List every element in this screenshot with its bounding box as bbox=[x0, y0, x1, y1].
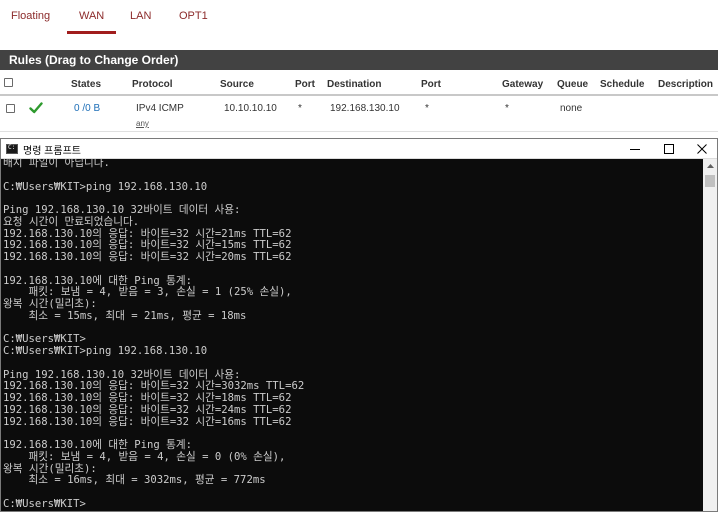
header-destination-port[interactable]: Port bbox=[421, 79, 441, 90]
console-line: 192.168.130.10의 응답: 바이트=32 시간=18ms TTL=6… bbox=[3, 392, 292, 404]
console-output[interactable]: 배치 파일이 아닙니다. C:₩Users₩KIT>ping 192.168.13… bbox=[1, 159, 703, 511]
header-source-port[interactable]: Port bbox=[295, 79, 315, 90]
destination-cell: 192.168.130.10 bbox=[330, 103, 400, 114]
tab-lan[interactable]: LAN bbox=[130, 10, 151, 22]
console-line: 192.168.130.10의 응답: 바이트=32 시간=16ms TTL=6… bbox=[3, 415, 292, 428]
queue-cell: none bbox=[560, 103, 583, 114]
header-protocol[interactable]: Protocol bbox=[132, 79, 173, 90]
firewall-tabs: Floating WAN LAN OPT1 bbox=[0, 0, 718, 36]
rules-table-header: States Protocol Source Port Destination … bbox=[0, 70, 718, 96]
close-button[interactable] bbox=[685, 139, 718, 159]
console-line: 192.168.130.10의 응답: 바이트=32 시간=20ms TTL=6… bbox=[3, 251, 292, 263]
destination-port-cell: * bbox=[425, 103, 429, 114]
console-text: 배치 파일이 아닙니다. C:₩Users₩KIT>ping 192.168.13… bbox=[3, 159, 304, 511]
source-port-cell: * bbox=[298, 103, 302, 114]
console-line: C:₩Users₩KIT> bbox=[3, 497, 86, 510]
console-line: 192.168.130.10에 대한 Ping 통계: bbox=[3, 439, 193, 451]
console-line: C:₩Users₩KIT>ping 192.168.130.10 bbox=[3, 345, 208, 357]
console-line: 패킷: 보냄 = 4, 받음 = 4, 손실 = 0 (0% 손실), bbox=[3, 450, 286, 463]
scroll-thumb[interactable] bbox=[705, 175, 715, 187]
console-line: C:₩Users₩KIT>ping 192.168.130.10 bbox=[3, 180, 208, 193]
select-all-checkbox[interactable] bbox=[4, 78, 13, 87]
header-source[interactable]: Source bbox=[220, 79, 254, 90]
console-line: 요청 시간이 만료되었습니다. bbox=[3, 215, 140, 228]
minimize-icon bbox=[630, 149, 640, 150]
tab-wan[interactable]: WAN bbox=[66, 10, 117, 34]
header-gateway[interactable]: Gateway bbox=[502, 79, 543, 90]
header-schedule[interactable]: Schedule bbox=[600, 79, 644, 90]
console-line: 왕복 시간(밀리초): bbox=[3, 298, 97, 310]
scroll-up-button[interactable] bbox=[703, 159, 717, 173]
rules-panel-heading: Rules (Drag to Change Order) bbox=[0, 50, 718, 70]
maximize-icon bbox=[664, 144, 674, 154]
header-description[interactable]: Description bbox=[658, 79, 713, 90]
header-states[interactable]: States bbox=[71, 79, 101, 90]
console-line: 최소 = 16ms, 최대 = 3032ms, 평균 = 772ms bbox=[3, 474, 266, 487]
tab-opt1[interactable]: OPT1 bbox=[179, 10, 208, 22]
console-line: 192.168.130.10의 응답: 바이트=32 시간=24ms TTL=6… bbox=[3, 403, 292, 416]
chevron-up-icon bbox=[706, 164, 714, 168]
console-line: 최소 = 15ms, 최대 = 21ms, 평균 = 18ms bbox=[3, 309, 247, 322]
gateway-cell: * bbox=[505, 103, 509, 114]
cmd-app-icon bbox=[6, 144, 18, 154]
header-queue[interactable]: Queue bbox=[557, 79, 588, 90]
cmd-titlebar[interactable]: 명령 프롬프트 bbox=[1, 139, 717, 159]
states-link[interactable]: 0 /0 B bbox=[74, 103, 100, 114]
header-destination[interactable]: Destination bbox=[327, 79, 381, 90]
console-line: 배치 파일이 아닙니다. bbox=[3, 159, 110, 169]
minimize-button[interactable] bbox=[618, 139, 652, 159]
console-line: Ping 192.168.130.10 32바이트 데이터 사용: bbox=[3, 204, 241, 216]
source-cell: 10.10.10.10 bbox=[224, 103, 277, 114]
tab-floating[interactable]: Floating bbox=[11, 10, 50, 22]
close-icon bbox=[697, 144, 707, 154]
pass-check-icon bbox=[29, 102, 43, 114]
row-select-checkbox[interactable] bbox=[6, 104, 15, 113]
protocol-any-link[interactable]: any bbox=[136, 119, 149, 128]
console-scrollbar[interactable] bbox=[703, 159, 717, 511]
maximize-button[interactable] bbox=[652, 139, 686, 159]
protocol-cell: IPv4 ICMP bbox=[136, 103, 184, 114]
cmd-window-title: 명령 프롬프트 bbox=[23, 146, 81, 157]
command-prompt-window: 명령 프롬프트 배치 파일이 아닙니다. C:₩Users₩KIT>ping 19… bbox=[0, 138, 718, 512]
table-row[interactable]: 0 /0 B IPv4 ICMP any 10.10.10.10 * 192.1… bbox=[0, 96, 718, 132]
